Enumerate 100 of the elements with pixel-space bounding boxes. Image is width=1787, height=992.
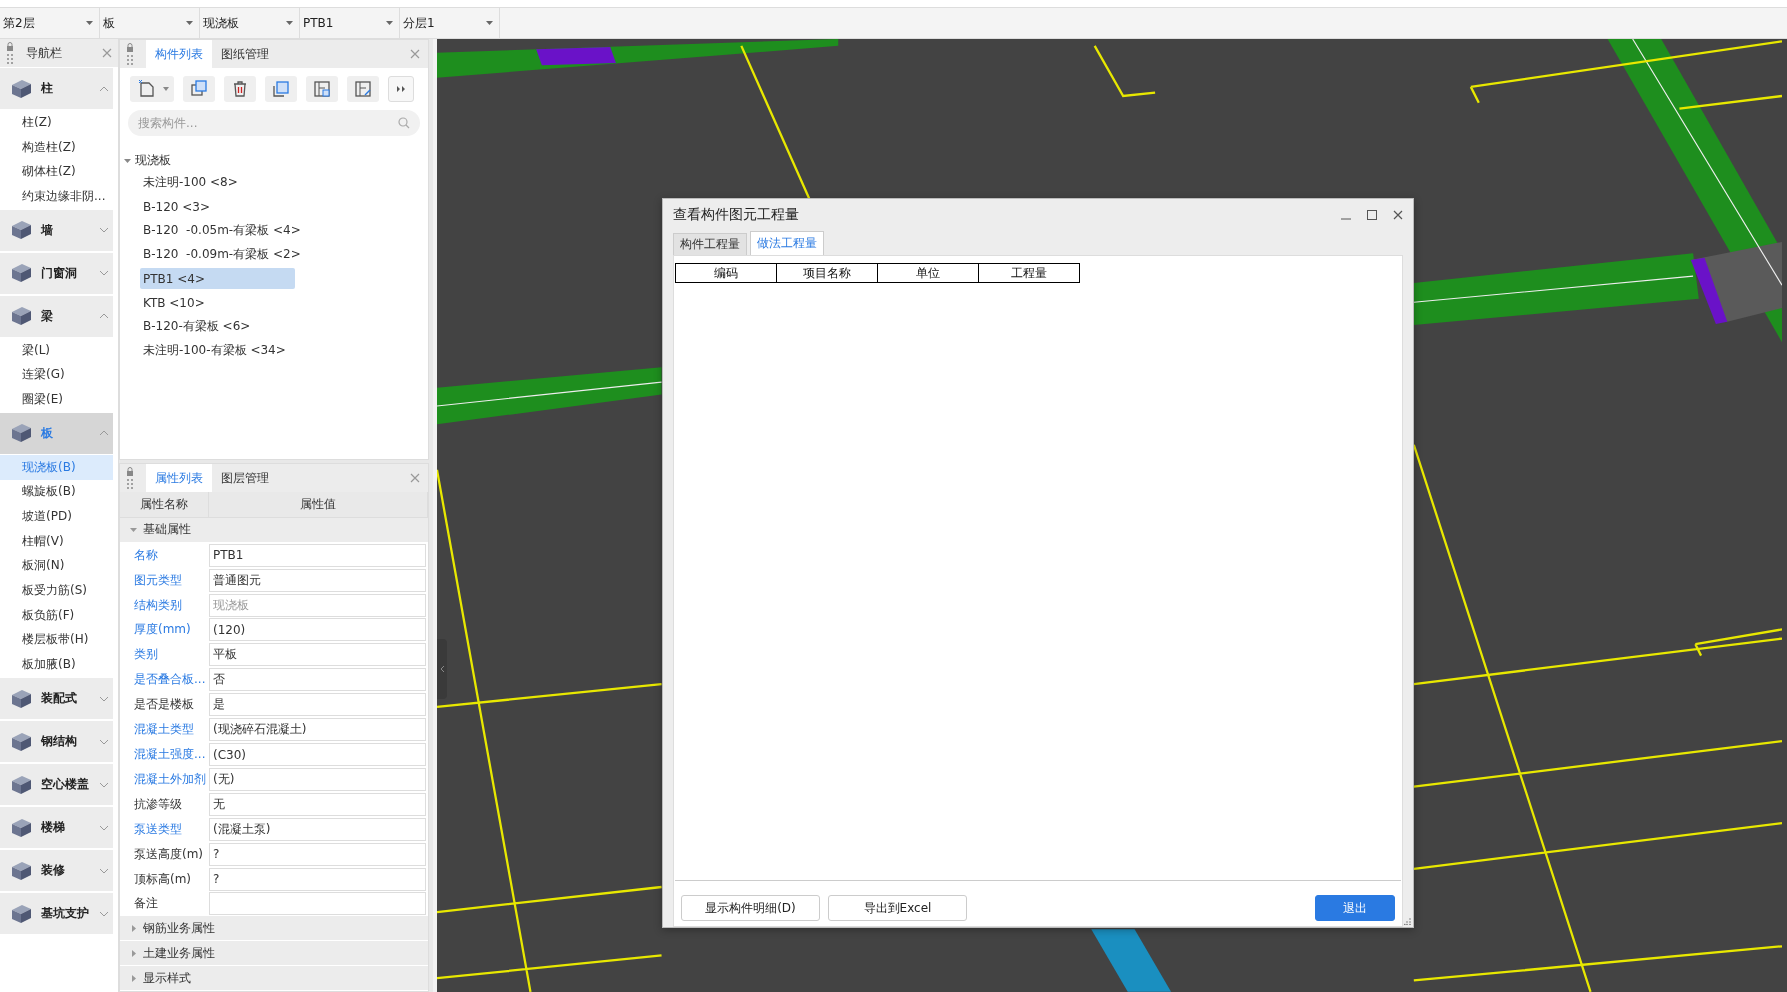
dialog-button[interactable]: 显示构件明细(D) [681, 895, 820, 921]
caret-down-icon [486, 21, 493, 25]
property-value-field[interactable]: (120) [209, 618, 426, 642]
property-value-field[interactable]: (无) [209, 767, 426, 791]
tree-item[interactable]: 未注明-100-有梁板 <34> [140, 340, 295, 361]
property-value-field[interactable]: (C30) [209, 743, 426, 766]
property-value-field[interactable]: 平板 [209, 643, 426, 667]
nav-category[interactable]: 基坑支护 [0, 893, 113, 934]
toolbar-button[interactable] [183, 76, 215, 102]
property-group[interactable]: 钢筋业务属性 [120, 916, 428, 941]
property-group[interactable]: 基础属性 [120, 517, 428, 542]
nav-item[interactable]: 现浇板(B) [0, 454, 113, 480]
tree-item[interactable]: B-120 -0.09m-有梁板 <2> [140, 244, 304, 265]
nav-item[interactable]: 板负筋(F) [0, 602, 113, 628]
nav-item[interactable]: 坡道(PD) [0, 504, 113, 529]
nav-item[interactable]: 板受力筋(S) [0, 578, 113, 603]
toolbar-button[interactable] [347, 76, 379, 102]
maximize-icon[interactable] [1367, 210, 1377, 220]
property-name: 图元类型 [133, 571, 183, 589]
table-header-cell: 项目名称 [777, 263, 878, 283]
nav-category[interactable]: 装配式 [0, 678, 113, 719]
dialog-tab[interactable]: 构件工程量 [673, 233, 747, 255]
expand-arrow-icon[interactable] [124, 156, 131, 164]
property-value-field[interactable]: 是 [209, 693, 426, 717]
property-group[interactable]: 显示样式 [120, 966, 428, 991]
tree-item[interactable]: KTB <10> [140, 292, 295, 313]
nav-item[interactable]: 圈梁(E) [0, 387, 113, 412]
dropdown[interactable]: 板 [100, 8, 200, 38]
lock-icon [126, 467, 134, 489]
tree-item[interactable]: B-120 -0.05m-有梁板 <4> [140, 220, 304, 241]
toolbar-button[interactable] [265, 76, 297, 102]
nav-category[interactable]: 门窗洞 [0, 252, 113, 294]
property-name: 泵送高度(m) [133, 845, 205, 863]
nav-category[interactable]: 柱 [0, 68, 113, 109]
property-value-field[interactable]: (现浇碎石混凝土) [209, 718, 426, 742]
nav-item[interactable]: 梁(L) [0, 337, 113, 363]
exit-button[interactable]: 退出 [1315, 895, 1395, 921]
panel-title: 导航栏 [26, 44, 63, 62]
lock-icon [6, 42, 14, 64]
nav-item[interactable]: 连梁(G) [0, 362, 113, 388]
category-label: 钢结构 [41, 733, 78, 750]
category-label: 楼梯 [41, 819, 66, 836]
property-value-field[interactable]: ? [209, 867, 426, 891]
nav-item[interactable]: 板洞(N) [0, 553, 113, 579]
close-icon[interactable] [1393, 210, 1403, 220]
nav-category[interactable]: 空心楼盖 [0, 764, 113, 805]
dialog-tab[interactable]: 做法工程量 [750, 231, 824, 255]
property-name: 混凝土类型 [133, 721, 195, 739]
collapse-handle[interactable] [437, 639, 447, 699]
search-field[interactable]: 搜索构件... [128, 110, 420, 136]
group-label: 基础属性 [143, 521, 191, 539]
panel-tab[interactable]: 构件列表 [146, 40, 212, 68]
toolbar-button[interactable] [306, 76, 338, 102]
more-button[interactable] [388, 76, 414, 102]
group-label: 显示样式 [143, 969, 191, 987]
property-group[interactable]: 土建业务属性 [120, 941, 428, 966]
nav-item[interactable]: 楼层板带(H) [0, 627, 113, 653]
property-name: 顶标高(m) [133, 870, 193, 888]
nav-category[interactable]: 楼梯 [0, 807, 113, 848]
property-value-field[interactable]: PTB1 [209, 543, 426, 567]
nav-item[interactable]: 构造柱(Z) [0, 134, 113, 160]
property-value-field[interactable] [209, 892, 426, 916]
tree-group-label[interactable]: 现浇板 [135, 151, 171, 169]
panel-tab[interactable]: 图层管理 [212, 464, 278, 492]
panel-tab[interactable]: 图纸管理 [212, 40, 278, 68]
chevron-down-icon [99, 781, 109, 788]
dropdown[interactable]: 分层1 [400, 8, 500, 38]
chevron-up-icon [99, 430, 109, 437]
toolbar-button[interactable] [130, 76, 174, 102]
nav-item[interactable]: 砌体柱(Z) [0, 159, 113, 185]
property-name: 结构类别 [133, 596, 183, 614]
tree-item[interactable]: B-120-有梁板 <6> [140, 316, 295, 337]
dropdown-value: 分层1 [403, 14, 436, 32]
property-value-field[interactable]: 普通图元 [209, 568, 426, 592]
tree-item[interactable]: B-120 <3> [140, 196, 295, 217]
nav-item[interactable]: 约束边缘非阴... [0, 184, 113, 209]
panel-tab[interactable]: 属性列表 [146, 464, 212, 492]
caret-down-icon [286, 21, 293, 25]
chevron-down-icon [99, 227, 109, 234]
tree-item[interactable]: 未注明-100 <8> [140, 172, 295, 193]
nav-category[interactable]: 装修 [0, 850, 113, 891]
nav-item[interactable]: 螺旋板(B) [0, 479, 113, 505]
property-value-field[interactable]: 无 [209, 792, 426, 816]
property-value-field[interactable]: ? [209, 842, 426, 866]
property-value-field[interactable]: (混凝土泵) [209, 817, 426, 841]
nav-category[interactable]: 墙 [0, 209, 113, 251]
property-name: 备注 [133, 895, 159, 913]
dropdown[interactable]: 现浇板 [200, 8, 300, 38]
property-value-field[interactable]: 否 [209, 668, 426, 692]
nav-category[interactable]: 钢结构 [0, 721, 113, 762]
nav-item[interactable]: 柱帽(V) [0, 528, 113, 554]
nav-item[interactable]: 柱(Z) [0, 110, 113, 135]
nav-item[interactable]: 板加腋(B) [0, 652, 113, 677]
expand-arrow-icon [130, 526, 137, 534]
nav-category[interactable]: 梁 [0, 295, 113, 337]
toolbar-button[interactable] [224, 76, 256, 102]
tree-item[interactable]: PTB1 <4> [140, 268, 295, 289]
dropdown[interactable]: 第2层 [0, 8, 100, 38]
dialog-button[interactable]: 导出到Excel [828, 895, 967, 921]
category-label: 墙 [41, 221, 54, 239]
